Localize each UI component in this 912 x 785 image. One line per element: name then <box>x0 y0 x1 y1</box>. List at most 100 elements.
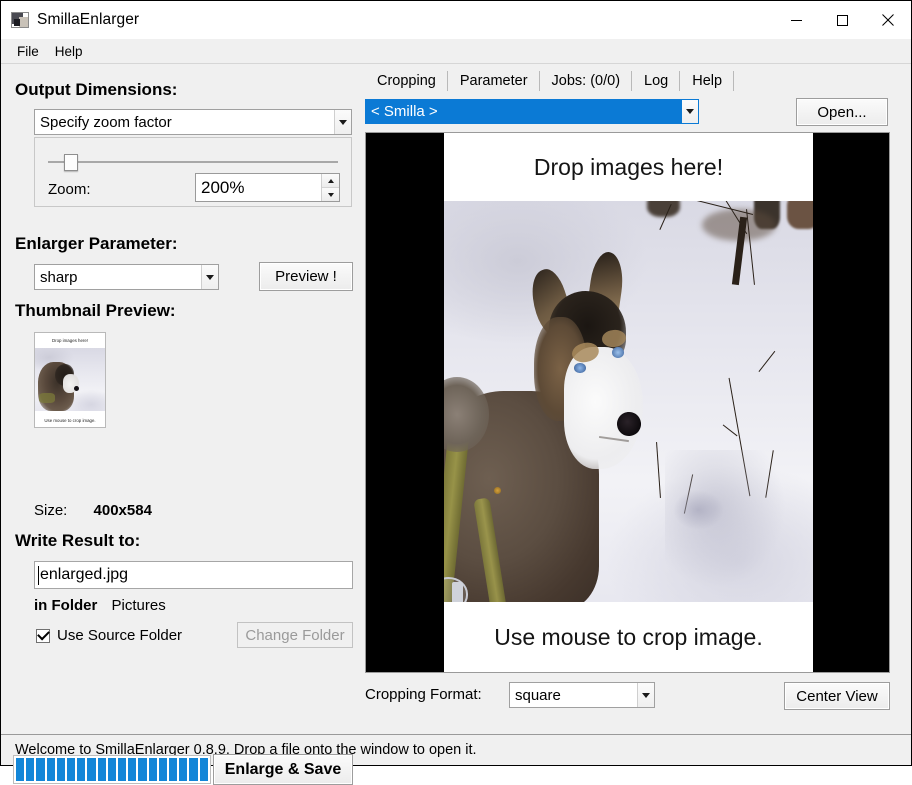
thumbnail-preview-label: Thumbnail Preview: <box>15 301 176 320</box>
progress-segment <box>46 758 55 781</box>
cropping-format-label: Cropping Format: <box>365 686 482 703</box>
source-image-value: < Smilla > <box>371 103 438 120</box>
image-preview-canvas[interactable]: Drop images here! Use mouse to crop imag… <box>444 133 813 672</box>
progress-bar <box>13 755 211 784</box>
progress-segment <box>169 758 178 781</box>
spin-down-icon[interactable] <box>322 188 339 201</box>
thumbnail-photo <box>35 348 105 411</box>
preview-button[interactable]: Preview ! <box>259 262 353 291</box>
progress-segment <box>189 758 198 781</box>
crop-hint-band: Use mouse to crop image. <box>444 602 813 672</box>
progress-segment <box>77 758 86 781</box>
open-button[interactable]: Open... <box>796 98 888 126</box>
progress-segment <box>16 758 25 781</box>
zoom-slider[interactable] <box>48 154 338 171</box>
tab-jobs[interactable]: Jobs: (0/0) <box>540 68 633 94</box>
thumbnail-top-caption: Drop images here! <box>51 338 89 343</box>
enlarger-parameter-label: Enlarger Parameter: <box>15 234 178 253</box>
progress-segment <box>26 758 35 781</box>
in-folder-label: in Folder <box>34 597 98 614</box>
output-folder-row: in Folder Pictures <box>34 597 166 614</box>
tab-separator <box>733 71 735 91</box>
zoom-spin-buttons[interactable] <box>321 174 339 201</box>
chevron-down-icon[interactable] <box>334 110 351 134</box>
progress-segment <box>199 758 208 781</box>
tab-help[interactable]: Help <box>680 68 735 94</box>
app-image-icon <box>11 12 29 28</box>
cropping-format-value: square <box>515 686 561 704</box>
tab-parameter-label: Parameter <box>459 73 528 89</box>
zoom-value: 200% <box>201 177 245 197</box>
progress-segment <box>97 758 106 781</box>
zoom-slider-track <box>48 161 338 163</box>
tab-bar: Cropping Parameter Jobs: (0/0) Log Help <box>365 68 735 94</box>
thumbnail-bottom-caption-band: Use mouse to crop image. <box>35 411 105 427</box>
progress-segment <box>87 758 96 781</box>
zoom-slider-handle[interactable] <box>64 154 79 171</box>
progress-segment <box>56 758 66 781</box>
menu-bar: File Help <box>1 39 911 64</box>
chevron-down-icon[interactable] <box>681 100 698 123</box>
left-panel: Output Dimensions: Specify zoom factor Z… <box>1 64 359 785</box>
spin-up-icon[interactable] <box>322 174 339 188</box>
menu-item-file[interactable]: File <box>9 42 47 61</box>
tab-cropping-label: Cropping <box>377 73 436 89</box>
chevron-down-icon[interactable] <box>637 683 654 707</box>
maximize-icon[interactable] <box>819 1 865 39</box>
change-folder-button[interactable]: Change Folder <box>237 622 353 648</box>
title-bar: SmillaEnlarger <box>1 1 911 39</box>
window-controls <box>773 1 911 39</box>
close-icon[interactable] <box>865 1 911 39</box>
thumbnail-preview-image: Drop images here! Use mouse to crop imag… <box>34 332 106 428</box>
tab-parameter[interactable]: Parameter <box>448 68 540 94</box>
zoom-value-stepper[interactable]: 200% <box>195 173 340 202</box>
source-photo <box>444 201 813 602</box>
progress-segment <box>107 758 117 781</box>
progress-segment <box>67 758 76 781</box>
minimize-icon[interactable] <box>773 1 819 39</box>
progress-segment <box>179 758 188 781</box>
progress-segment <box>158 758 168 781</box>
chevron-down-icon[interactable] <box>201 265 218 289</box>
main-content: Output Dimensions: Specify zoom factor Z… <box>1 64 911 785</box>
progress-segment <box>128 758 137 781</box>
image-preview-panel[interactable]: Drop images here! Use mouse to crop imag… <box>365 132 890 673</box>
progress-segment <box>148 758 157 781</box>
output-mode-value: Specify zoom factor <box>40 113 172 131</box>
window-title: SmillaEnlarger <box>37 11 140 28</box>
right-panel: Cropping Parameter Jobs: (0/0) Log Help <box>359 64 911 734</box>
tab-jobs-label: Jobs: (0/0) <box>551 73 621 89</box>
tab-log[interactable]: Log <box>632 68 681 94</box>
output-mode-combo[interactable]: Specify zoom factor <box>34 109 352 135</box>
enlarger-preset-combo[interactable]: sharp <box>34 264 219 290</box>
size-value: 400x584 <box>93 502 152 519</box>
tab-log-label: Log <box>644 73 669 89</box>
output-filename-value: enlarged.jpg <box>40 566 129 583</box>
enlarge-and-save-button[interactable]: Enlarge & Save <box>213 754 353 785</box>
thumbnail-bottom-caption: Use mouse to crop image. <box>44 417 96 423</box>
use-source-folder-checkbox[interactable]: Use Source Folder <box>36 627 182 644</box>
source-image-combo[interactable]: < Smilla > <box>365 99 699 124</box>
progress-segment <box>36 758 45 781</box>
drop-images-hint: Drop images here! <box>533 153 724 180</box>
output-filename-input[interactable]: enlarged.jpg <box>34 561 353 589</box>
write-result-label: Write Result to: <box>15 531 141 550</box>
zoom-label: Zoom: <box>48 181 91 198</box>
application-window: SmillaEnlarger File Help Output Dimensio… <box>0 0 912 785</box>
crop-hint-text: Use mouse to crop image. <box>494 623 763 650</box>
tab-cropping[interactable]: Cropping <box>365 68 448 94</box>
thumbnail-top-caption-band: Drop images here! <box>35 333 105 348</box>
in-folder-value: Pictures <box>111 597 166 614</box>
drop-hint-band: Drop images here! <box>444 133 813 201</box>
progress-segment <box>118 758 127 781</box>
output-dimensions-label: Output Dimensions: <box>15 80 178 99</box>
checkbox-checked-icon[interactable] <box>36 627 50 643</box>
zoom-group: Zoom: 200% <box>34 137 352 207</box>
tab-help-label: Help <box>692 73 723 89</box>
menu-item-help[interactable]: Help <box>47 42 91 61</box>
dog-head <box>524 250 673 482</box>
center-view-button[interactable]: Center View <box>784 682 890 710</box>
cropping-format-combo[interactable]: square <box>509 682 655 708</box>
use-source-folder-label: Use Source Folder <box>57 627 183 644</box>
output-size-row: Size: 400x584 <box>34 502 152 519</box>
